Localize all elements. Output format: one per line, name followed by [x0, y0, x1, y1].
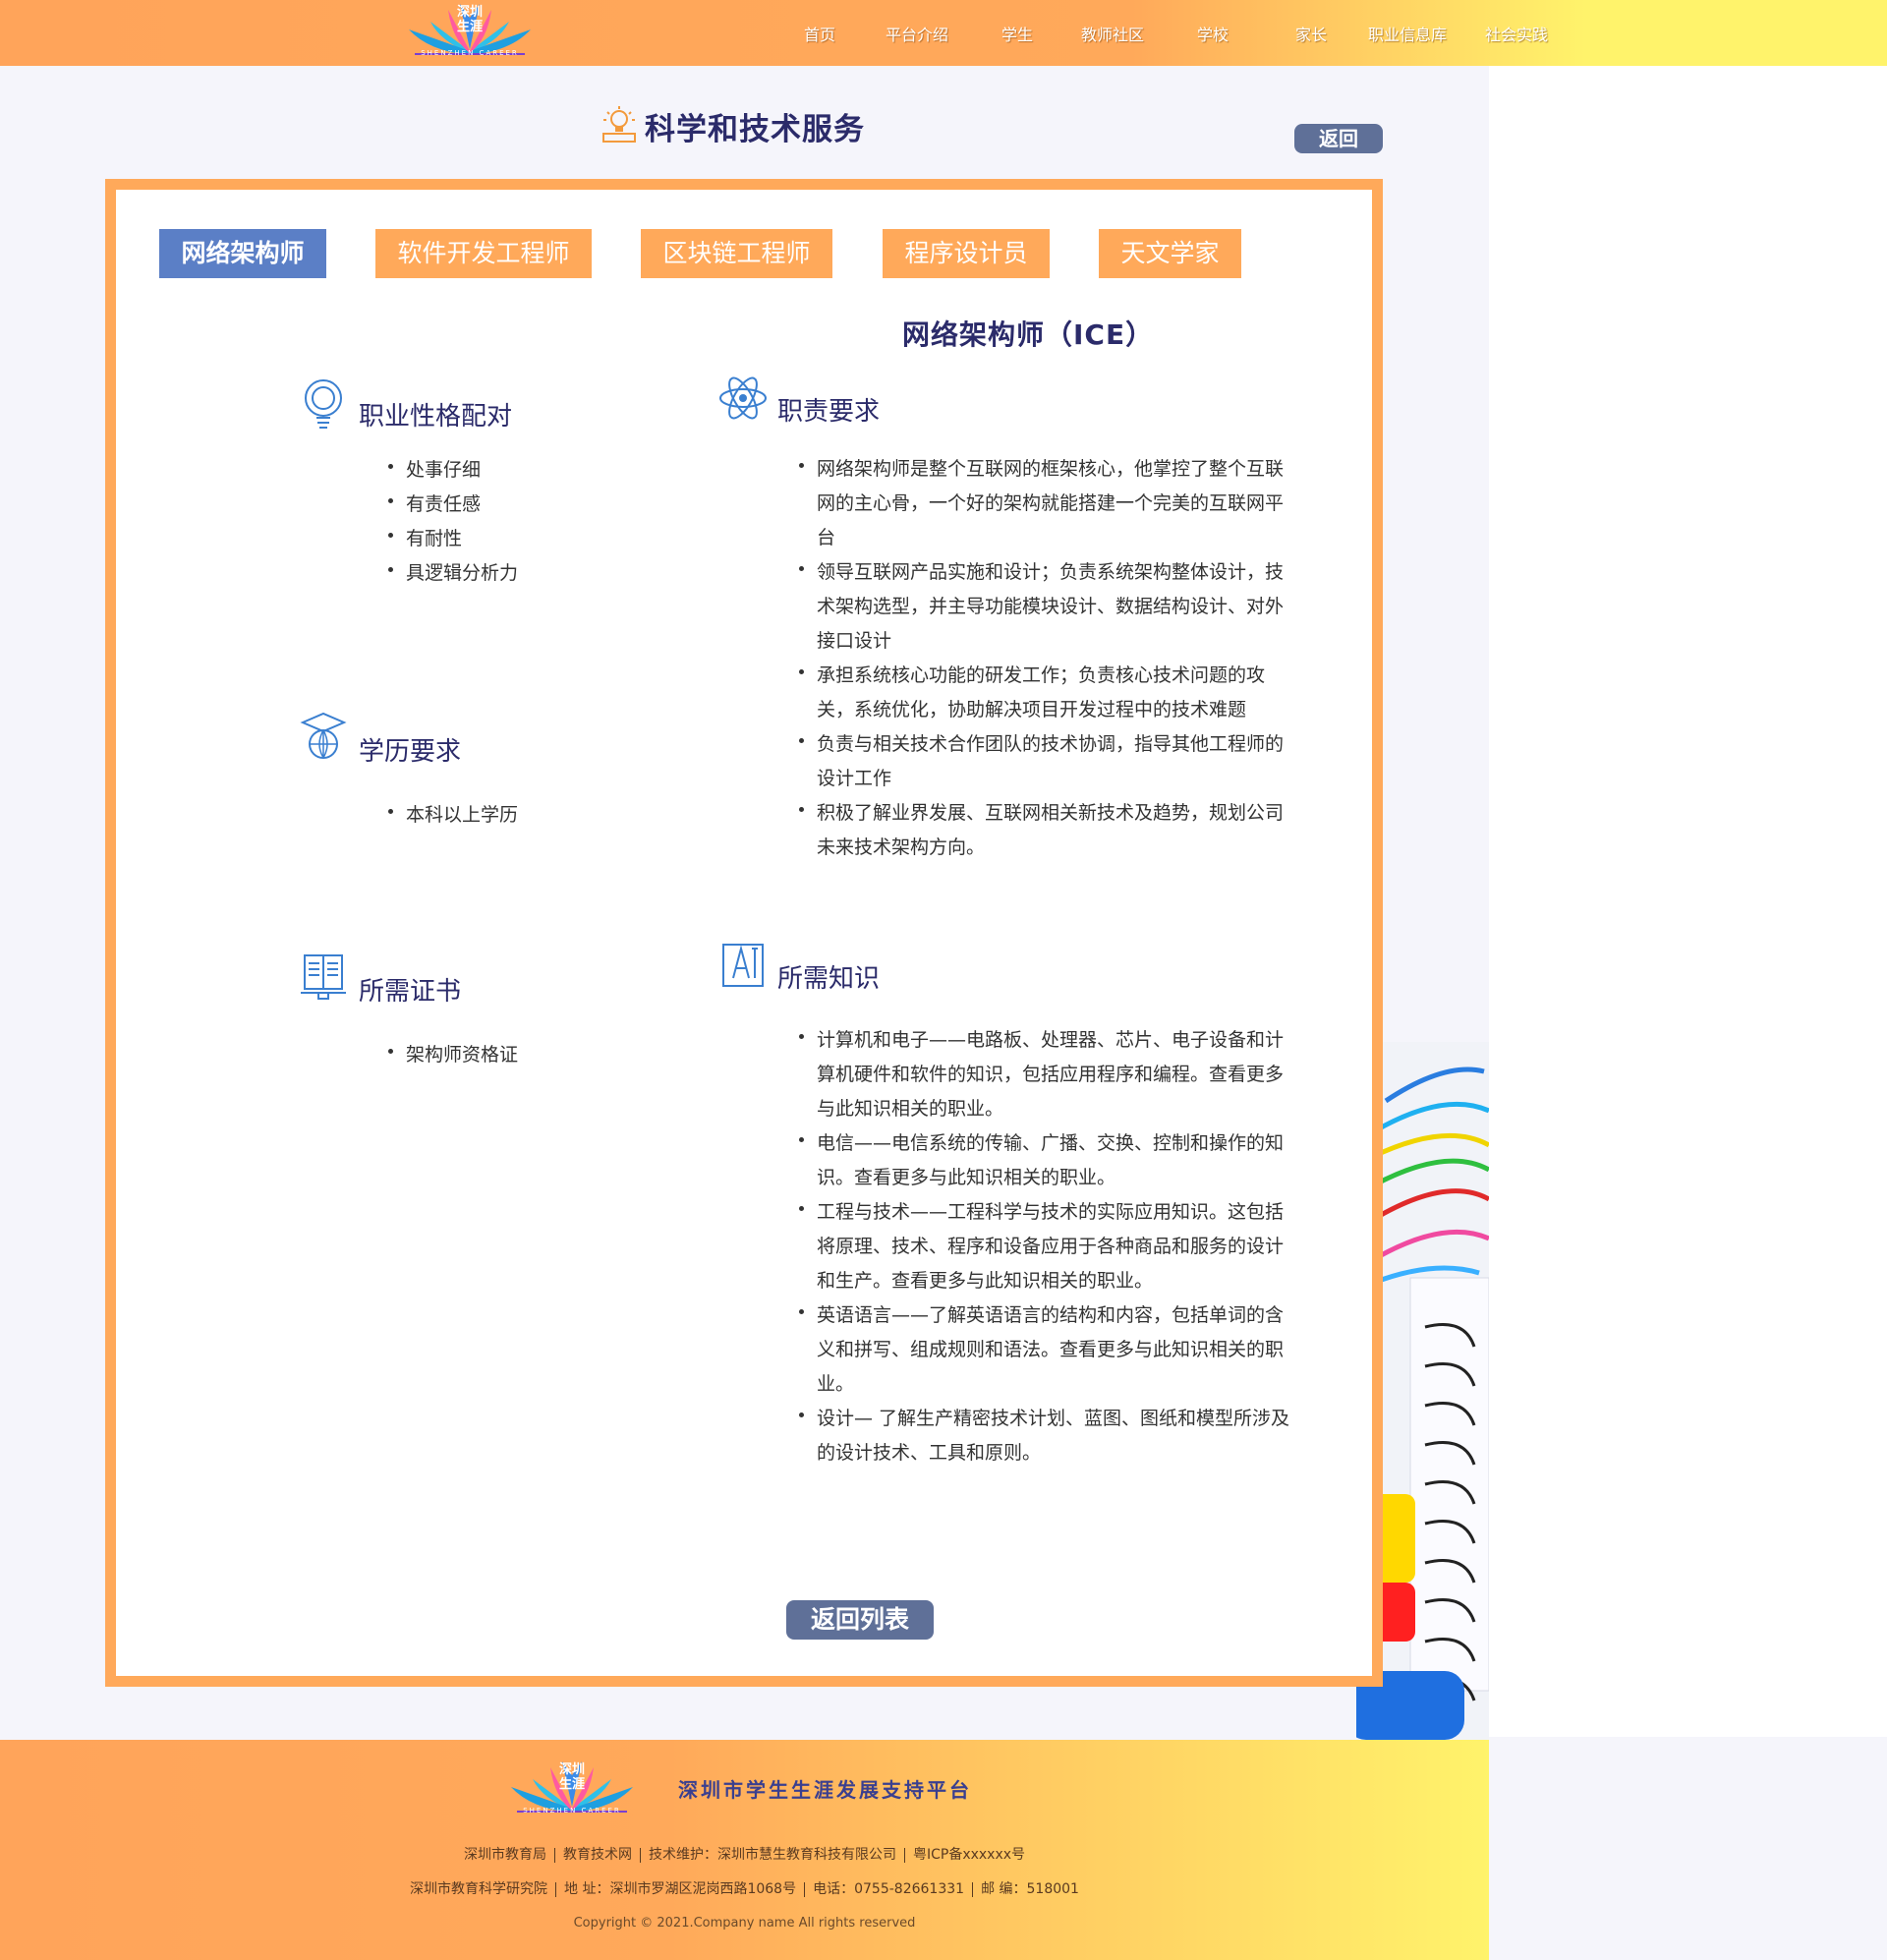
- footer: 深圳生涯 SHENZHEN CAREER 深圳市学生生涯发展支持平台 深圳市教育…: [0, 1740, 1489, 1960]
- back-button[interactable]: 返回: [1294, 124, 1383, 153]
- divider: [972, 1881, 974, 1897]
- list-item: 电信——电信系统的传输、广播、交换、控制和操作的知识。查看更多与此知识相关的职业…: [799, 1126, 1290, 1195]
- knowledge-list: 计算机和电子——电路板、处理器、芯片、电子设备和计算机硬件和软件的知识，包括应用…: [799, 1023, 1290, 1470]
- nav-item-parents[interactable]: 家长: [1295, 22, 1327, 45]
- list-item: 处事仔细: [388, 453, 683, 488]
- list-item: 积极了解业界发展、互联网相关新技术及趋势，规划公司未来技术架构方向。: [799, 796, 1290, 865]
- knowledge-title: 所需知识: [777, 964, 881, 994]
- tab-software-engineer[interactable]: 软件开发工程师: [375, 229, 592, 278]
- list-item: 架构师资格证: [388, 1038, 683, 1072]
- list-item: 本科以上学历: [388, 798, 683, 833]
- drafting-tools-icon: [722, 944, 764, 987]
- atom-icon: [719, 376, 767, 420]
- footer-phone: 电话：0755-82661331: [813, 1881, 965, 1897]
- list-item: 有耐性: [388, 522, 683, 556]
- copyright: Copyright © 2021.Company name All rights…: [573, 1916, 916, 1931]
- career-title: 网络架构师（ICE）: [902, 318, 1155, 351]
- list-item: 负责与相关技术合作团队的技术协调，指导其他工程师的设计工作: [799, 727, 1290, 796]
- divider: [804, 1881, 806, 1897]
- footer-postcode: 邮 编：518001: [981, 1881, 1079, 1897]
- footer-links-line-1: 深圳市教育局 教育技术网 技术维护：深圳市慧生教育科技有限公司 粤ICP备xxxxxx…: [0, 1844, 1489, 1864]
- book-certificate-icon: [301, 954, 346, 1000]
- graduation-cap-globe-icon: [300, 712, 347, 759]
- site-logo[interactable]: 深圳生涯 SHENZHEN CAREER: [401, 2, 539, 61]
- career-detail-panel: 网络架构师 软件开发工程师 区块链工程师 程序设计员 天文学家 网络架构师（IC…: [105, 179, 1383, 1687]
- tab-astronomer[interactable]: 天文学家: [1099, 229, 1241, 278]
- platform-name: 深圳市学生生涯发展支持平台: [678, 1778, 972, 1802]
- footer-info-line-2: 深圳市教育科学研究院地 址：深圳市罗湖区泥岗西路1068号 电话：0755-826…: [0, 1878, 1489, 1898]
- list-item: 有责任感: [388, 488, 683, 522]
- logo-chinese-text: 深圳生涯: [456, 5, 483, 34]
- personality-list: 处事仔细 有责任感 有耐性 具逻辑分析力: [388, 453, 683, 591]
- footer-logo: 深圳生涯 SHENZHEN CAREER: [503, 1759, 641, 1818]
- tab-blockchain-engineer[interactable]: 区块链工程师: [641, 229, 832, 278]
- list-item: 网络架构师是整个互联网的框架核心，他掌控了整个互联网的主心骨，一个好的架构就能搭…: [799, 452, 1290, 555]
- list-item: 领导互联网产品实施和设计；负责系统架构整体设计，技术架构选型，并主导功能模块设计…: [799, 555, 1290, 659]
- footer-address: 地 址：深圳市罗湖区泥岗西路1068号: [564, 1881, 797, 1897]
- list-item: 承担系统核心功能的研发工作；负责核心技术问题的攻关，系统优化，协助解决项目开发过…: [799, 659, 1290, 727]
- top-navigation-bar: 深圳生涯 SHENZHEN CAREER 首页 平台介绍 学生 教师社区 学校 …: [0, 0, 1887, 66]
- list-item: 设计— 了解生产精密技术计划、蓝图、图纸和模型所涉及的设计技术、工具和原则。: [799, 1402, 1290, 1470]
- certificates-title: 所需证书: [359, 977, 462, 1007]
- brain-bulb-icon: [305, 379, 342, 429]
- page-title: 科学和技术服务: [645, 112, 865, 147]
- list-item: 具逻辑分析力: [388, 556, 683, 591]
- footer-link-edu-tech-net[interactable]: 教育技术网: [563, 1847, 632, 1863]
- footer-icp-number[interactable]: 粤ICP备xxxxxx号: [913, 1847, 1025, 1863]
- nav-item-social-practice[interactable]: 社会实践: [1485, 22, 1548, 45]
- list-item: 工程与技术——工程科学与技术的实际应用知识。这包括将原理、技术、程序和设备应用于…: [799, 1195, 1290, 1298]
- divider: [903, 1847, 905, 1863]
- personality-title: 职业性格配对: [359, 402, 513, 432]
- certificates-list: 架构师资格证: [388, 1038, 683, 1072]
- logo-english-text: SHENZHEN CAREER: [421, 49, 519, 57]
- footer-maintainer: 技术维护：深圳市慧生教育科技有限公司: [648, 1847, 896, 1863]
- divider: [553, 1847, 555, 1863]
- logo-chinese-text: 深圳生涯: [558, 1762, 585, 1792]
- divider: [639, 1847, 641, 1863]
- duties-list: 网络架构师是整个互联网的框架核心，他掌控了整个互联网的主心骨，一个好的架构就能搭…: [799, 452, 1290, 865]
- duties-title: 职责要求: [777, 397, 881, 427]
- list-item: 英语语言——了解英语语言的结构和内容，包括单词的含义和拼写、组成规则和语法。查看…: [799, 1298, 1290, 1402]
- right-blank-area: [1489, 66, 1887, 1737]
- nav-item-career-database[interactable]: 职业信息库: [1368, 22, 1447, 45]
- lightbulb-idea-icon: [602, 106, 636, 143]
- list-item: 计算机和电子——电路板、处理器、芯片、电子设备和计算机硬件和软件的知识，包括应用…: [799, 1023, 1290, 1126]
- tab-programmer[interactable]: 程序设计员: [883, 229, 1050, 278]
- nav-item-students[interactable]: 学生: [1001, 22, 1033, 45]
- nav-item-home[interactable]: 首页: [804, 22, 835, 45]
- education-title: 学历要求: [359, 737, 462, 767]
- tab-network-architect[interactable]: 网络架构师: [159, 229, 326, 278]
- education-list: 本科以上学历: [388, 798, 683, 833]
- nav-item-schools[interactable]: 学校: [1197, 22, 1229, 45]
- logo-english-text: SHENZHEN CAREER: [523, 1807, 621, 1815]
- back-to-list-button[interactable]: 返回列表: [786, 1600, 934, 1640]
- nav-item-teacher-community[interactable]: 教师社区: [1081, 22, 1144, 45]
- footer-link-education-bureau[interactable]: 深圳市教育局: [464, 1847, 546, 1863]
- nav-item-platform-intro[interactable]: 平台介绍: [886, 22, 948, 45]
- divider: [555, 1881, 557, 1897]
- footer-institute: 深圳市教育科学研究院: [410, 1881, 548, 1897]
